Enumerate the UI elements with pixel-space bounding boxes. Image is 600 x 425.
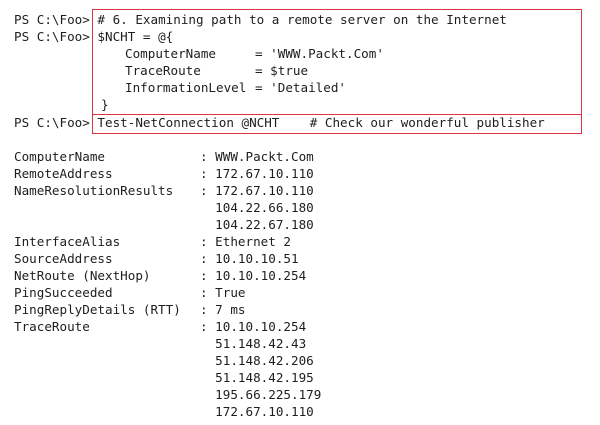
- output-separator: [200, 336, 215, 351]
- output-value: 172.67.10.110: [215, 183, 314, 198]
- output-value: 172.67.10.110: [215, 404, 314, 419]
- output-separator: [200, 387, 215, 402]
- console-line-2: PS C:\Foo> $NCHT = @{: [14, 28, 173, 45]
- param-eq: =: [255, 46, 271, 61]
- output-value: 104.22.66.180: [215, 200, 314, 215]
- param-value: $true: [270, 63, 309, 78]
- output-key: InterfaceAlias: [14, 234, 121, 249]
- output-row: 195.66.225.179: [14, 386, 321, 403]
- param-eq: =: [255, 80, 271, 95]
- output-row: 104.22.67.180: [14, 216, 314, 233]
- output-separator: [200, 404, 215, 419]
- output-separator: [200, 200, 215, 215]
- output-separator: :: [200, 251, 216, 266]
- output-row: SourceAddress: 10.10.10.51: [14, 250, 299, 267]
- param-value: 'WWW.Packt.Com': [270, 46, 384, 61]
- output-key: RemoteAddress: [14, 166, 113, 181]
- output-value: 104.22.67.180: [215, 217, 314, 232]
- output-key: NetRoute (NextHop): [14, 268, 151, 283]
- output-key: PingReplyDetails (RTT): [14, 302, 181, 317]
- powershell-console[interactable]: PS C:\Foo> # 6. Examining path to a remo…: [0, 0, 600, 425]
- output-key: NameResolutionResults: [14, 183, 174, 198]
- output-row: 51.148.42.43: [14, 335, 306, 352]
- output-value: Ethernet 2: [215, 234, 291, 249]
- output-row: InterfaceAlias: Ethernet 2: [14, 233, 291, 250]
- output-value: 195.66.225.179: [215, 387, 322, 402]
- output-value: 172.67.10.110: [215, 166, 314, 181]
- output-separator: :: [200, 234, 216, 249]
- output-separator: :: [200, 183, 216, 198]
- output-separator: :: [200, 268, 216, 283]
- output-row: RemoteAddress: 172.67.10.110: [14, 165, 314, 182]
- output-key: TraceRoute: [14, 319, 90, 334]
- param-value: 'Detailed': [270, 80, 346, 95]
- output-row: 51.148.42.206: [14, 352, 314, 369]
- output-row: PingSucceeded: True: [14, 284, 246, 301]
- output-separator: :: [200, 302, 216, 317]
- output-separator: :: [200, 149, 216, 164]
- output-separator: :: [200, 285, 216, 300]
- param-line: ComputerName = 'WWW.Packt.Com': [125, 45, 384, 62]
- output-separator: :: [200, 319, 216, 334]
- output-key: SourceAddress: [14, 251, 113, 266]
- console-line-1: PS C:\Foo> # 6. Examining path to a remo…: [14, 11, 507, 28]
- output-value: 10.10.10.254: [215, 319, 307, 334]
- output-value: 51.148.42.43: [215, 336, 307, 351]
- output-row: ComputerName: WWW.Packt.Com: [14, 148, 314, 165]
- param-name: InformationLevel: [125, 80, 247, 95]
- output-separator: :: [200, 166, 216, 181]
- output-value: WWW.Packt.Com: [215, 149, 314, 164]
- output-row: NameResolutionResults: 172.67.10.110: [14, 182, 314, 199]
- output-row: 104.22.66.180: [14, 199, 314, 216]
- hashtable-open: $NCHT = @{: [97, 29, 174, 44]
- console-line-run: PS C:\Foo> Test-NetConnection @NCHT # Ch…: [14, 114, 545, 131]
- output-value: True: [215, 285, 246, 300]
- output-separator: [200, 217, 215, 232]
- param-name: ComputerName: [125, 46, 216, 61]
- comment-text: # 6. Examining path to a remote server o…: [97, 12, 507, 27]
- hashtable-close: }: [101, 97, 109, 112]
- output-row: 172.67.10.110: [14, 403, 314, 420]
- run-command: Test-NetConnection @NCHT # Check our won…: [97, 115, 545, 130]
- prompt: PS C:\Foo>: [14, 29, 90, 44]
- output-separator: [200, 370, 215, 385]
- output-row: TraceRoute: 10.10.10.254: [14, 318, 306, 335]
- param-line: InformationLevel = 'Detailed': [125, 79, 346, 96]
- output-value: 51.148.42.206: [215, 353, 314, 368]
- output-key: PingSucceeded: [14, 285, 113, 300]
- param-name: TraceRoute: [125, 63, 201, 78]
- output-value: 51.148.42.195: [215, 370, 314, 385]
- param-eq: =: [255, 63, 271, 78]
- param-line: TraceRoute = $true: [125, 62, 308, 79]
- output-row: PingReplyDetails (RTT): 7 ms: [14, 301, 246, 318]
- output-key: ComputerName: [14, 149, 105, 164]
- output-value: 10.10.10.51: [215, 251, 299, 266]
- prompt: PS C:\Foo>: [14, 115, 90, 130]
- output-row: 51.148.42.195: [14, 369, 314, 386]
- output-separator: [200, 353, 215, 368]
- output-row: NetRoute (NextHop): 10.10.10.254: [14, 267, 306, 284]
- output-value: 7 ms: [215, 302, 246, 317]
- prompt: PS C:\Foo>: [14, 12, 90, 27]
- output-value: 10.10.10.254: [215, 268, 307, 283]
